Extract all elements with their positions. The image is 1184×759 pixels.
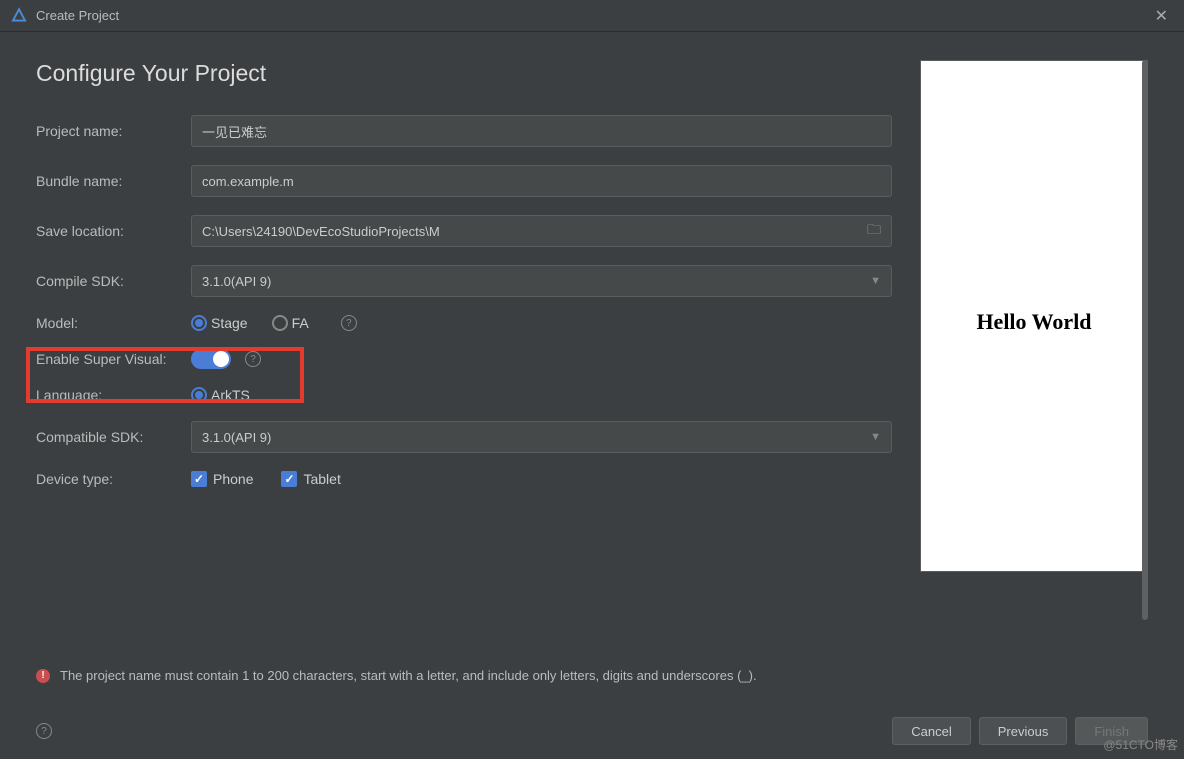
help-icon[interactable]: ? bbox=[341, 315, 357, 331]
label-bundle-name: Bundle name: bbox=[36, 173, 191, 189]
save-location-input[interactable]: C:\Users\24190\DevEcoStudioProjects\M 🗀 bbox=[191, 215, 892, 247]
label-device-type: Device type: bbox=[36, 471, 191, 487]
label-project-name: Project name: bbox=[36, 123, 191, 139]
radio-arkts[interactable]: ArkTS bbox=[191, 387, 250, 403]
label-save-location: Save location: bbox=[36, 223, 191, 239]
help-icon[interactable]: ? bbox=[245, 351, 261, 367]
help-icon[interactable]: ? bbox=[36, 723, 52, 739]
cancel-button[interactable]: Cancel bbox=[892, 717, 970, 745]
bundle-name-input[interactable] bbox=[191, 165, 892, 197]
preview-pane: Hello World bbox=[920, 60, 1148, 572]
radio-stage[interactable]: Stage bbox=[191, 315, 248, 331]
checkbox-phone[interactable]: Phone bbox=[191, 471, 253, 487]
chevron-down-icon: ▼ bbox=[870, 431, 881, 443]
close-icon[interactable]: ✕ bbox=[1149, 6, 1174, 26]
label-language: Language: bbox=[36, 387, 191, 403]
previous-button[interactable]: Previous bbox=[979, 717, 1068, 745]
folder-icon[interactable]: 🗀 bbox=[867, 219, 881, 243]
compile-sdk-select[interactable]: 3.1.0(API 9) ▼ bbox=[191, 265, 892, 297]
label-super-visual: Enable Super Visual: bbox=[36, 351, 191, 367]
scrollbar[interactable] bbox=[1142, 60, 1148, 650]
chevron-down-icon: ▼ bbox=[870, 275, 881, 287]
page-title: Configure Your Project bbox=[36, 60, 892, 87]
label-compile-sdk: Compile SDK: bbox=[36, 273, 191, 289]
save-location-value: C:\Users\24190\DevEcoStudioProjects\M bbox=[202, 224, 440, 239]
titlebar: Create Project ✕ bbox=[0, 0, 1184, 32]
preview-text: Hello World bbox=[976, 309, 1091, 335]
titlebar-title: Create Project bbox=[36, 8, 1149, 23]
compatible-sdk-select[interactable]: 3.1.0(API 9) ▼ bbox=[191, 421, 892, 453]
label-compatible-sdk: Compatible SDK: bbox=[36, 429, 191, 445]
checkbox-tablet[interactable]: Tablet bbox=[281, 471, 340, 487]
label-model: Model: bbox=[36, 315, 191, 331]
compatible-sdk-value: 3.1.0(API 9) bbox=[202, 430, 271, 445]
error-message: ! The project name must contain 1 to 200… bbox=[0, 650, 1184, 683]
watermark: @51CTO博客 bbox=[1103, 736, 1178, 753]
scrollbar-thumb[interactable] bbox=[1142, 60, 1148, 620]
error-icon: ! bbox=[36, 669, 50, 683]
project-name-input[interactable] bbox=[191, 115, 892, 147]
radio-fa[interactable]: FA bbox=[272, 315, 309, 331]
compile-sdk-value: 3.1.0(API 9) bbox=[202, 274, 271, 289]
app-icon bbox=[10, 7, 28, 25]
super-visual-toggle[interactable] bbox=[191, 349, 231, 369]
error-text: The project name must contain 1 to 200 c… bbox=[60, 668, 757, 683]
